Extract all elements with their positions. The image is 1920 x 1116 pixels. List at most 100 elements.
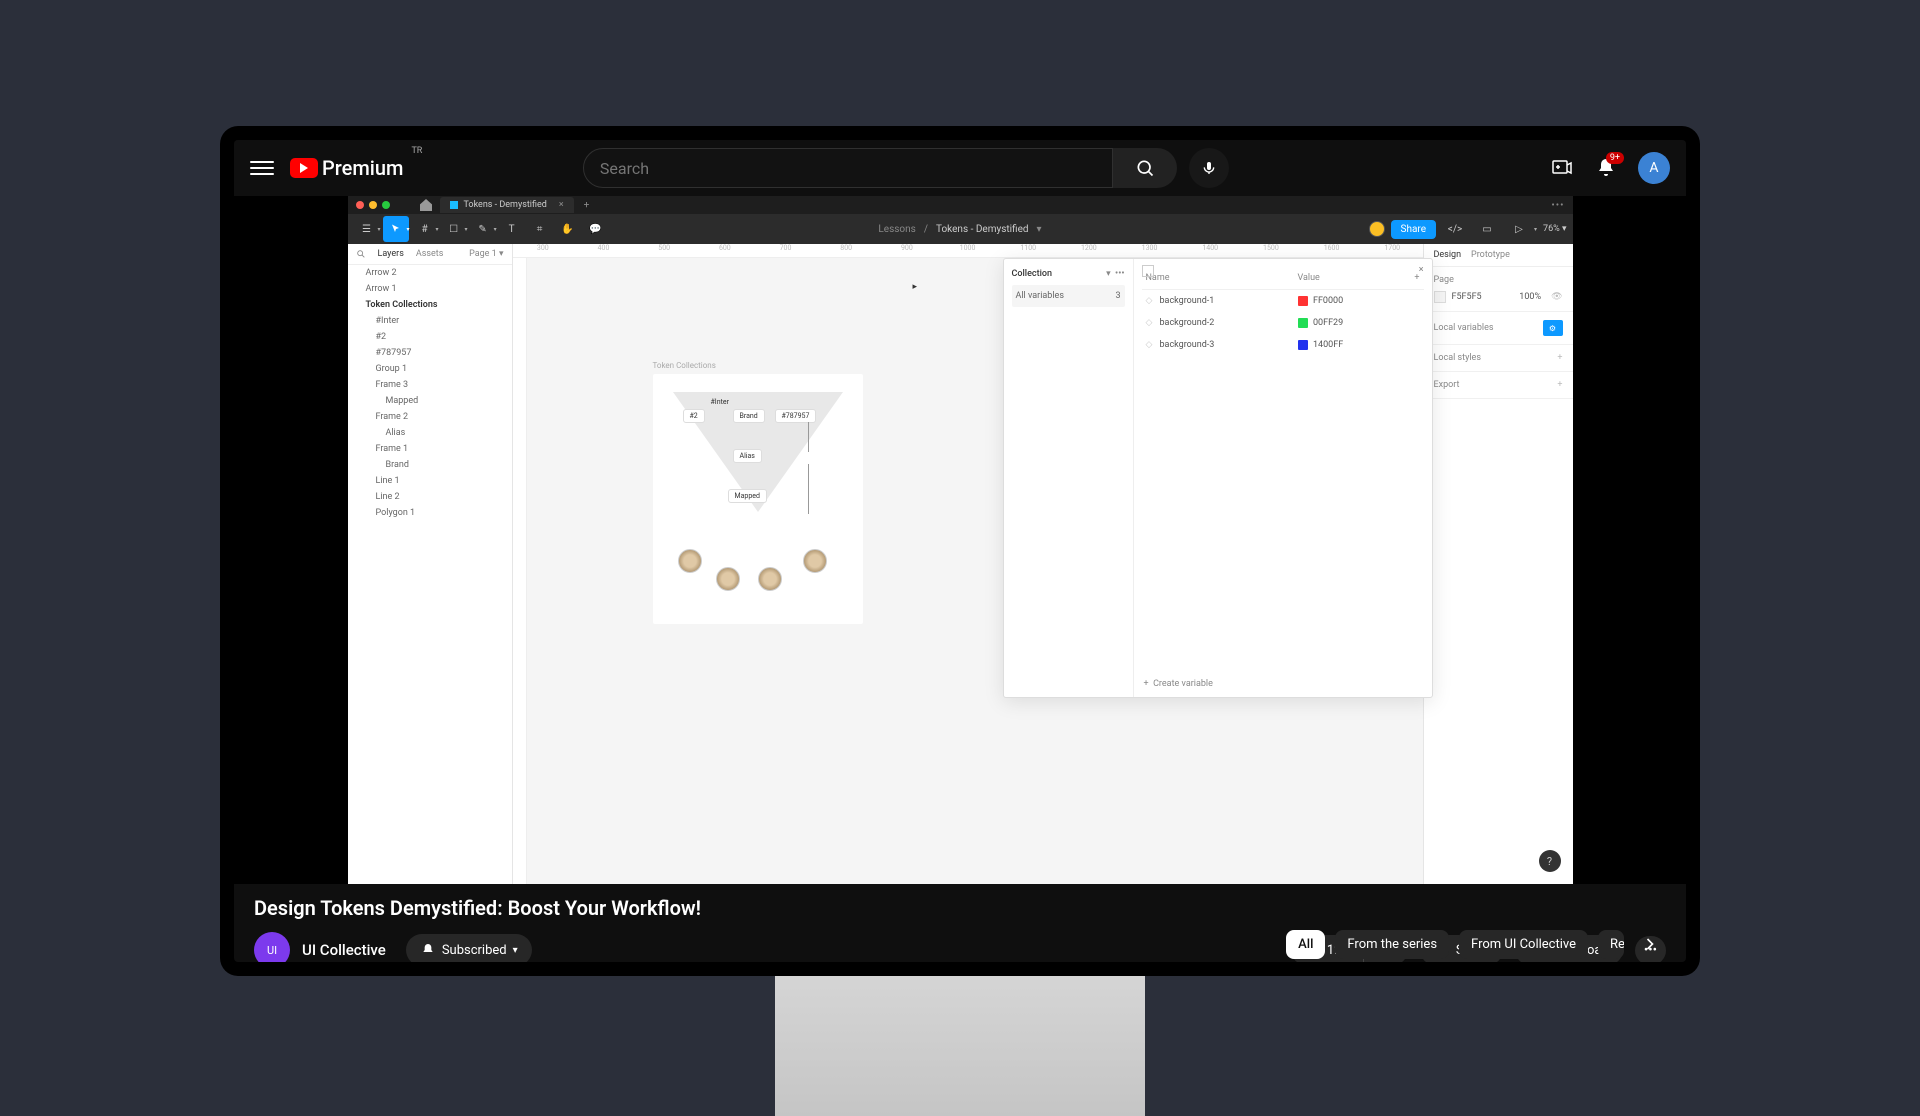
- column-header-value: Value: [1297, 273, 1414, 283]
- main-menu-icon[interactable]: ☰: [354, 216, 380, 242]
- variable-row[interactable]: ◇background-2 00FF29: [1142, 312, 1424, 334]
- pen-tool[interactable]: ✎: [470, 216, 496, 242]
- figma-canvas[interactable]: 3004005006007008009001000110012001300140…: [513, 244, 1423, 884]
- color-swatch[interactable]: [1434, 291, 1446, 303]
- layer-item[interactable]: Token Collections: [348, 297, 512, 313]
- notifications-button[interactable]: 9+: [1594, 156, 1618, 180]
- prototype-tab[interactable]: Prototype: [1471, 250, 1510, 260]
- avatar-image: [678, 549, 702, 573]
- breadcrumb[interactable]: Lessons/ Tokens - Demystified▾: [878, 224, 1041, 235]
- move-tool[interactable]: [383, 216, 409, 242]
- column-header-name: Name: [1146, 273, 1298, 283]
- layer-item[interactable]: Frame 1: [348, 441, 512, 457]
- voice-search-button[interactable]: [1189, 148, 1229, 188]
- resources-tool[interactable]: ⌗: [527, 216, 553, 242]
- artboard[interactable]: Token Collections #Inter #2 Brand #78795…: [653, 374, 863, 624]
- video-title: Design Tokens Demystified: Boost Your Wo…: [254, 896, 1666, 920]
- search-input[interactable]: [600, 159, 1096, 178]
- layer-item[interactable]: Alias: [348, 425, 512, 441]
- dev-mode-icon[interactable]: </>: [1442, 216, 1468, 242]
- collection-dropdown[interactable]: Collection▾ •••: [1012, 267, 1125, 281]
- chip-channel[interactable]: From UI Collective: [1459, 930, 1588, 959]
- text-tool[interactable]: T: [499, 216, 525, 242]
- chip: #787957: [775, 409, 817, 423]
- chip-label: #Inter: [705, 396, 735, 408]
- export-label: Export: [1434, 380, 1460, 390]
- layer-item[interactable]: Brand: [348, 457, 512, 473]
- minimize-dot-icon[interactable]: [369, 201, 377, 209]
- chip-all[interactable]: All: [1286, 930, 1325, 959]
- figma-file-tab[interactable]: Tokens - Demystified ×: [440, 197, 574, 213]
- page-section-label: Page: [1434, 275, 1563, 285]
- comment-tool[interactable]: 💬: [583, 216, 609, 242]
- menu-icon[interactable]: [250, 156, 274, 180]
- figma-toolbar: ☰▾ ▾ #▾ ☐▾ ✎▾ T ⌗ ✋ 💬 Lessons/ Tokens - …: [348, 214, 1573, 244]
- variables-panel: × Collection▾ ••• All variables3 Name Va…: [1003, 258, 1433, 698]
- page-color-row[interactable]: F5F5F5 100% 👁: [1434, 291, 1563, 303]
- hand-tool[interactable]: ✋: [555, 216, 581, 242]
- video-player[interactable]: Tokens - Demystified × + ••• ☰▾ ▾ #▾ ☐▾ …: [234, 196, 1686, 884]
- shape-tool[interactable]: ☐: [441, 216, 467, 242]
- layer-item[interactable]: Line 1: [348, 473, 512, 489]
- frame-tool[interactable]: #: [412, 216, 438, 242]
- create-variable-button[interactable]: + Create variable: [1144, 679, 1213, 689]
- user-avatar[interactable]: A: [1638, 152, 1670, 184]
- layer-item[interactable]: Frame 2: [348, 409, 512, 425]
- add-tab-button[interactable]: +: [584, 200, 590, 211]
- share-button[interactable]: Share: [1391, 220, 1436, 239]
- variables-settings-button[interactable]: ⚙: [1543, 320, 1563, 336]
- chip: Mapped: [728, 489, 767, 503]
- page-selector[interactable]: Page 1 ▾: [469, 249, 503, 259]
- layer-item[interactable]: Mapped: [348, 393, 512, 409]
- all-variables-item[interactable]: All variables3: [1012, 285, 1125, 307]
- present-icon[interactable]: ▷: [1506, 216, 1532, 242]
- cursor-icon: ▸: [913, 282, 918, 292]
- layer-item[interactable]: Line 2: [348, 489, 512, 505]
- channel-name[interactable]: UI Collective: [302, 941, 386, 959]
- figma-tab-strip: Tokens - Demystified × + •••: [418, 196, 1573, 214]
- local-styles-label: Local styles: [1434, 353, 1481, 363]
- design-tab[interactable]: Design: [1434, 250, 1462, 260]
- variable-row[interactable]: ◇background-3 1400FF: [1142, 334, 1424, 356]
- maximize-dot-icon[interactable]: [382, 201, 390, 209]
- prototype-view-icon[interactable]: ▭: [1474, 216, 1500, 242]
- collaborator-avatar[interactable]: [1369, 221, 1385, 237]
- tab-overflow-icon[interactable]: •••: [1551, 200, 1564, 211]
- layer-item[interactable]: #Inter: [348, 313, 512, 329]
- bell-icon: [420, 942, 436, 958]
- layer-item[interactable]: #2: [348, 329, 512, 345]
- close-dot-icon[interactable]: [356, 201, 364, 209]
- create-button[interactable]: [1550, 156, 1574, 180]
- channel-avatar[interactable]: UI: [254, 932, 290, 962]
- subscribed-button[interactable]: Subscribed ▾: [406, 934, 532, 962]
- avatar-image: [758, 567, 782, 591]
- layers-tab[interactable]: Layers: [378, 249, 404, 259]
- chips-next-button[interactable]: [1634, 928, 1666, 960]
- close-icon[interactable]: ×: [559, 200, 564, 210]
- close-icon[interactable]: ×: [1419, 265, 1424, 275]
- variable-row[interactable]: ◇background-1 FF0000: [1142, 290, 1424, 312]
- figma-file-icon: [450, 201, 458, 209]
- play-icon: [290, 158, 318, 178]
- video-metadata: Design Tokens Demystified: Boost Your Wo…: [234, 884, 1686, 962]
- search-input-wrap: [583, 148, 1113, 188]
- layer-item[interactable]: Polygon 1: [348, 505, 512, 521]
- search-button[interactable]: [1113, 148, 1177, 188]
- add-export-icon[interactable]: +: [1557, 380, 1562, 390]
- book-icon[interactable]: [1142, 265, 1154, 277]
- youtube-header: Premium TR 9+ A: [234, 140, 1686, 196]
- assets-tab[interactable]: Assets: [416, 249, 444, 259]
- home-icon[interactable]: [418, 197, 434, 213]
- add-style-icon[interactable]: +: [1557, 353, 1562, 363]
- zoom-level[interactable]: 76% ▾: [1543, 224, 1566, 234]
- chip-series[interactable]: From the series: [1335, 930, 1449, 959]
- chip-partial[interactable]: Re: [1598, 930, 1624, 959]
- search-icon[interactable]: [356, 249, 366, 259]
- layer-item[interactable]: Group 1: [348, 361, 512, 377]
- help-button[interactable]: ?: [1539, 850, 1561, 872]
- youtube-logo[interactable]: Premium: [290, 156, 403, 180]
- layer-item[interactable]: Arrow 2: [348, 265, 512, 281]
- layer-item[interactable]: Arrow 1: [348, 281, 512, 297]
- layer-item[interactable]: Frame 3: [348, 377, 512, 393]
- layer-item[interactable]: #787957: [348, 345, 512, 361]
